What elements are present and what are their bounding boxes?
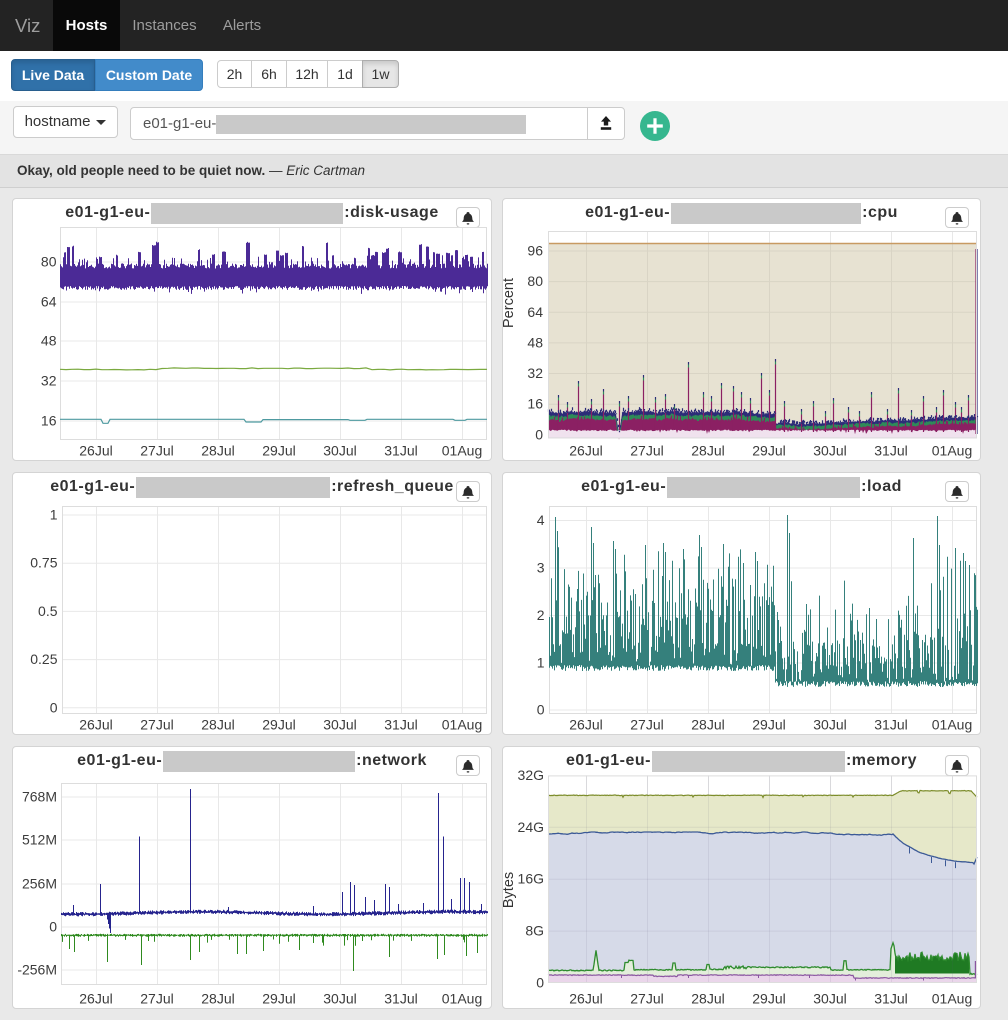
svg-text:31Jul: 31Jul [384,717,417,733]
svg-text:30Jul: 30Jul [813,717,846,733]
svg-text:28Jul: 28Jul [691,991,724,1007]
svg-text:32: 32 [527,365,543,381]
svg-text:-256M: -256M [17,962,57,978]
svg-text:27Jul: 27Jul [140,443,173,459]
svg-text:31Jul: 31Jul [384,443,417,459]
svg-text:0: 0 [49,919,57,935]
svg-text:0: 0 [535,426,543,442]
svg-text:29Jul: 29Jul [262,991,295,1007]
svg-text:31Jul: 31Jul [874,717,907,733]
svg-text:512M: 512M [22,832,57,848]
svg-text:29Jul: 29Jul [752,991,785,1007]
svg-text:30Jul: 30Jul [813,991,846,1007]
svg-text:01Aug: 01Aug [932,717,972,733]
svg-text:01Aug: 01Aug [442,991,482,1007]
svg-text:1: 1 [50,507,58,523]
svg-text:28Jul: 28Jul [691,443,724,459]
svg-text:16: 16 [527,396,543,412]
svg-text:0: 0 [537,702,545,718]
svg-text:26Jul: 26Jul [79,991,112,1007]
svg-text:4: 4 [537,512,545,528]
svg-text:30Jul: 30Jul [323,991,356,1007]
svg-text:29Jul: 29Jul [752,443,785,459]
svg-text:0.5: 0.5 [38,603,58,619]
svg-text:16G: 16G [518,871,544,887]
svg-text:26Jul: 26Jul [79,717,112,733]
svg-text:Bytes: Bytes [503,872,517,908]
svg-text:32G: 32G [518,767,544,783]
svg-text:64: 64 [527,304,543,320]
svg-text:64: 64 [41,294,57,310]
svg-text:30Jul: 30Jul [323,443,356,459]
svg-text:0: 0 [50,699,58,715]
svg-text:24G: 24G [518,819,544,835]
svg-text:1: 1 [537,655,545,671]
svg-text:31Jul: 31Jul [874,443,907,459]
svg-text:26Jul: 26Jul [569,991,602,1007]
svg-text:26Jul: 26Jul [79,443,112,459]
svg-text:80: 80 [527,273,543,289]
svg-text:0: 0 [536,975,544,991]
svg-text:27Jul: 27Jul [140,991,173,1007]
svg-text:256M: 256M [22,876,57,892]
svg-text:30Jul: 30Jul [323,717,356,733]
svg-text:Percent: Percent [503,278,517,328]
svg-text:27Jul: 27Jul [630,443,663,459]
svg-text:29Jul: 29Jul [752,717,785,733]
svg-text:01Aug: 01Aug [442,717,482,733]
svg-text:28Jul: 28Jul [201,991,234,1007]
svg-text:01Aug: 01Aug [932,443,972,459]
svg-text:28Jul: 28Jul [691,717,724,733]
svg-text:0.25: 0.25 [30,651,57,667]
svg-text:48: 48 [41,333,57,349]
svg-text:29Jul: 29Jul [262,717,295,733]
svg-text:28Jul: 28Jul [201,717,234,733]
svg-text:26Jul: 26Jul [569,443,602,459]
svg-text:96: 96 [527,243,543,259]
svg-text:8G: 8G [525,923,544,939]
svg-text:27Jul: 27Jul [630,717,663,733]
svg-text:32: 32 [41,373,57,389]
svg-text:2: 2 [537,607,545,623]
svg-text:80: 80 [41,254,57,270]
svg-text:01Aug: 01Aug [442,443,482,459]
svg-text:26Jul: 26Jul [569,717,602,733]
svg-text:16: 16 [41,413,57,429]
svg-text:27Jul: 27Jul [140,717,173,733]
svg-text:3: 3 [537,560,545,576]
svg-text:31Jul: 31Jul [874,991,907,1007]
svg-text:29Jul: 29Jul [262,443,295,459]
svg-text:27Jul: 27Jul [630,991,663,1007]
svg-text:28Jul: 28Jul [201,443,234,459]
svg-text:48: 48 [527,334,543,350]
svg-text:768M: 768M [22,789,57,805]
svg-text:31Jul: 31Jul [384,991,417,1007]
svg-text:01Aug: 01Aug [932,991,972,1007]
svg-text:30Jul: 30Jul [813,443,846,459]
svg-text:0.75: 0.75 [30,555,57,571]
